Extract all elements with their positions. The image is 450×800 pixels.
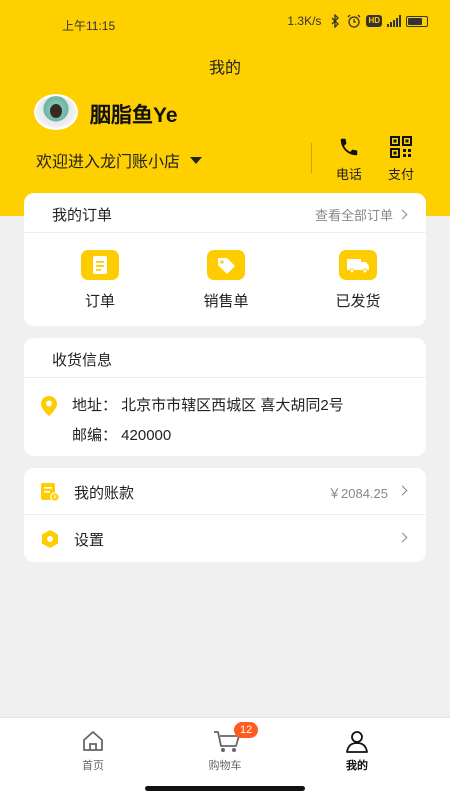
address-text: 地址： 北京市市辖区西城区 喜大胡同2号 [72, 397, 344, 414]
location-pin-icon [40, 395, 58, 417]
view-all-orders-label: 查看全部订单 [314, 208, 393, 223]
shipping-title: 收货信息 [52, 352, 113, 369]
order-shortcut-label: 订单 [84, 293, 115, 310]
tab-home-label: 首页 [82, 760, 104, 772]
hd-icon: HD [366, 15, 382, 27]
svg-text:¥: ¥ [53, 494, 57, 501]
settings-icon [40, 529, 60, 549]
network-speed: 1.3K/s [287, 14, 322, 28]
cart-count-badge: 12 [234, 722, 259, 738]
header-divider [311, 143, 312, 173]
sales-order-shortcut[interactable]: 销售单 [186, 250, 266, 311]
tab-cart[interactable]: 12 购物车 [180, 722, 270, 773]
phone-icon [338, 136, 360, 158]
my-account-row[interactable]: ¥ 我的账款 ￥2084.25 [24, 468, 426, 515]
shipping-card[interactable]: 收货信息 地址： 北京市市辖区西城区 喜大胡同2号 邮编： 420000 [24, 338, 426, 456]
cart-icon: 12 [212, 722, 259, 754]
shipped-shortcut-label: 已发货 [335, 293, 381, 310]
page-title: 我的 [208, 60, 241, 77]
orders-card: 我的订单 查看全部订单 订单 销售单 已发货 [24, 193, 426, 326]
home-icon [80, 728, 106, 754]
alarm-icon [347, 14, 361, 28]
chevron-right-icon [397, 485, 408, 496]
caret-down-icon [190, 156, 203, 164]
store-selector[interactable]: 欢迎进入龙门账小店 [36, 148, 203, 172]
settings-row[interactable]: 设置 [24, 515, 426, 562]
pay-button[interactable]: 支付 [383, 136, 419, 183]
phone-label: 电话 [335, 167, 362, 182]
tab-mine[interactable]: 我的 [312, 728, 402, 773]
tab-mine-label: 我的 [346, 760, 368, 772]
postcode-text: 邮编： 420000 [72, 427, 172, 444]
battery-icon [406, 15, 428, 27]
5g-signal-icon [387, 15, 401, 27]
view-all-orders-link[interactable]: 查看全部订单 [314, 205, 408, 224]
menu-card: ¥ 我的账款 ￥2084.25 设置 [24, 468, 426, 562]
store-selector-label: 欢迎进入龙门账小店 [36, 154, 181, 171]
username: 胭脂鱼Ye [90, 104, 178, 127]
shipped-shortcut[interactable]: 已发货 [318, 250, 398, 311]
order-shortcut[interactable]: 订单 [60, 250, 140, 311]
shipping-card-header: 收货信息 [24, 338, 426, 378]
orders-card-header: 我的订单 查看全部订单 [24, 193, 426, 233]
my-account-label: 我的账款 [74, 485, 135, 502]
qr-code-icon [390, 136, 412, 158]
chevron-right-icon [397, 209, 408, 220]
phone-button[interactable]: 电话 [331, 136, 367, 183]
bluetooth-icon [328, 13, 342, 29]
user-icon [344, 728, 370, 754]
chevron-right-icon [397, 532, 408, 543]
orders-title: 我的订单 [52, 207, 113, 224]
account-balance: ￥2084.25 [328, 486, 388, 501]
settings-label: 设置 [74, 532, 105, 549]
order-icon [81, 250, 119, 280]
tag-icon [207, 250, 245, 280]
tab-home[interactable]: 首页 [48, 728, 138, 773]
status-bar: 上午11:15 1.3K/s HD [0, 0, 450, 44]
sales-order-shortcut-label: 销售单 [203, 293, 249, 310]
bill-icon: ¥ [40, 482, 60, 502]
tab-cart-label: 购物车 [208, 760, 242, 772]
status-time: 上午11:15 [62, 19, 116, 33]
avatar[interactable] [34, 94, 78, 130]
home-indicator[interactable] [145, 786, 305, 791]
pay-label: 支付 [387, 167, 414, 182]
truck-icon [339, 250, 377, 280]
